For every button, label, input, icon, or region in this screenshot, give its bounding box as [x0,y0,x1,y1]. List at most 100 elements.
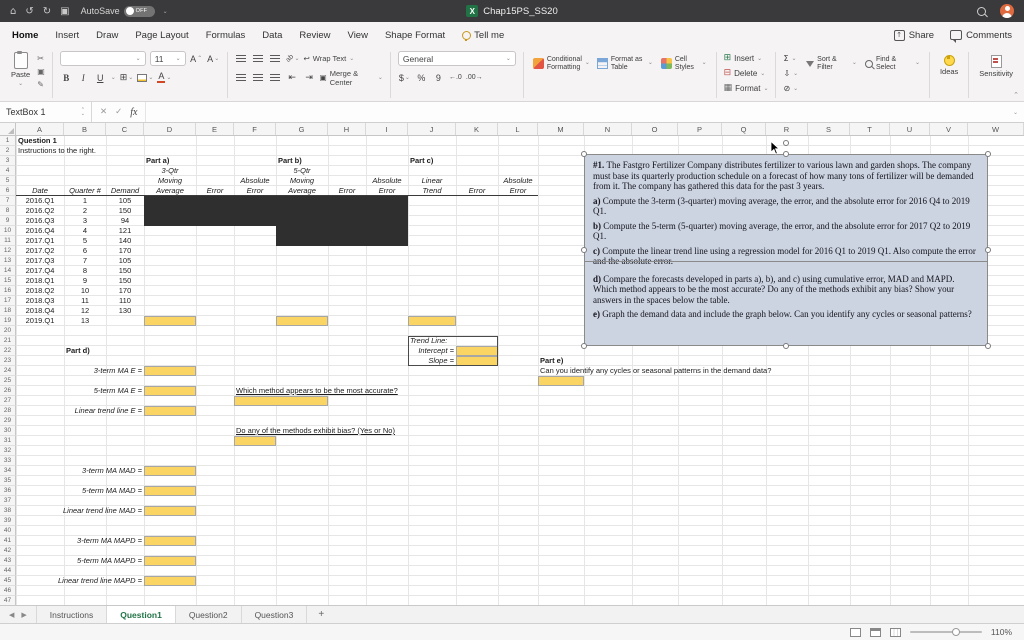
autosave-toggle[interactable]: AutoSave OFF ⌄ [81,5,168,17]
row-header-15[interactable]: 15 [0,276,16,286]
cell-C7[interactable]: 105 [106,196,144,206]
formula-bar-expand-icon[interactable]: ⌄ [1007,109,1024,116]
search-icon[interactable] [977,6,986,16]
cell-A1[interactable]: Question 1 [16,136,106,146]
cell-J22[interactable]: Intercept = [408,346,456,356]
ribbon-tab-tell-me[interactable]: Tell me [462,30,504,41]
row-header-34[interactable]: 34 [0,466,16,476]
row-header-39[interactable]: 39 [0,516,16,526]
column-header-N[interactable]: N [584,123,632,135]
cell-C16[interactable]: 170 [106,286,144,296]
cell-A19[interactable]: 2019.Q1 [16,316,64,326]
rotate-handle[interactable] [783,140,789,146]
name-box-stepper[interactable]: ⌃ ⌄ [81,107,85,117]
text-orientation-button[interactable]: ab ⌄ [284,51,299,66]
cell-A24[interactable]: 3-term MA E = [16,366,144,376]
cell-J3[interactable]: Part c) [408,156,456,166]
row-header-32[interactable]: 32 [0,446,16,456]
answer-cell-D24[interactable] [144,366,196,376]
cell-B9[interactable]: 3 [64,216,106,226]
share-button[interactable]: ↑ Share [893,29,934,41]
add-sheet-button[interactable]: + [307,606,335,623]
cell-H6[interactable]: Error [328,186,366,196]
decrease-font-size-button[interactable]: A ⌄ [207,51,220,66]
column-header-H[interactable]: H [328,123,366,135]
ribbon-tab-shape-format[interactable]: Shape Format [385,30,445,41]
underline-button[interactable]: U [94,70,107,85]
selection-handle[interactable] [581,343,587,349]
cell-C14[interactable]: 150 [106,266,144,276]
answer-cell-D19[interactable] [144,316,196,326]
row-header-33[interactable]: 33 [0,456,16,466]
zoom-slider[interactable] [909,627,982,636]
row-header-29[interactable]: 29 [0,416,16,426]
italic-button[interactable]: I [77,70,90,85]
selection-handle[interactable] [783,343,789,349]
row-header-43[interactable]: 43 [0,556,16,566]
conditional-formatting-button[interactable]: Conditional Formatting ⌄ [531,54,591,73]
answer-cell-G19[interactable] [276,316,328,326]
cell-F30[interactable]: Do any of the methods exhibit bias? (Yes… [234,426,498,436]
cell-D5[interactable]: Moving [144,176,196,186]
cell-A6[interactable]: Date [16,186,64,196]
cell-A11[interactable]: 2017.Q1 [16,236,64,246]
page-layout-view-icon[interactable] [869,627,881,637]
row-header-27[interactable]: 27 [0,396,16,406]
row-header-35[interactable]: 35 [0,476,16,486]
cell-C8[interactable]: 150 [106,206,144,216]
cell-B8[interactable]: 2 [64,206,106,216]
ribbon-tab-page-layout[interactable]: Page Layout [135,30,188,41]
cell-J6[interactable]: Trend [408,186,456,196]
cell-D4[interactable]: 3-Qtr [144,166,196,176]
column-header-O[interactable]: O [632,123,678,135]
selection-handle[interactable] [581,151,587,157]
column-header-S[interactable]: S [808,123,850,135]
cell-B22[interactable]: Part d) [64,346,106,356]
row-header-9[interactable]: 9 [0,216,16,226]
confirm-entry-icon[interactable]: ✓ [115,107,122,117]
increase-indent-button[interactable]: ⇥ [303,70,316,85]
ribbon-tab-data[interactable]: Data [262,30,282,41]
cell-J21[interactable]: Trend Line: [408,336,498,346]
currency-format-button[interactable]: $ ⌄ [398,70,411,85]
cell-A2[interactable]: Instructions to the right. [16,146,144,156]
column-header-C[interactable]: C [106,123,144,135]
column-header-P[interactable]: P [678,123,722,135]
row-header-12[interactable]: 12 [0,246,16,256]
bold-button[interactable]: B [60,70,73,85]
column-header-T[interactable]: T [850,123,890,135]
answer-cell-D45[interactable] [144,576,196,586]
cell-B13[interactable]: 7 [64,256,106,266]
row-header-47[interactable]: 47 [0,596,16,605]
answer-cell-M25[interactable] [538,376,584,386]
clear-button[interactable]: ⊘ ⌄ [783,81,798,95]
cell-L5[interactable]: Absolute [498,176,538,186]
column-header-I[interactable]: I [366,123,408,135]
row-header-6[interactable]: 6 [0,186,16,196]
row-header-46[interactable]: 46 [0,586,16,596]
row-header-18[interactable]: 18 [0,306,16,316]
ribbon-tab-view[interactable]: View [348,30,368,41]
format-cells-button[interactable]: ▦ Format ⌄ [724,81,769,95]
font-size-select[interactable]: 11 ⌄ [149,51,186,66]
ribbon-tab-formulas[interactable]: Formulas [206,30,246,41]
font-color-button[interactable]: A ⌄ [157,70,171,85]
sheet-tab-question3[interactable]: Question3 [242,606,308,623]
row-header-36[interactable]: 36 [0,486,16,496]
row-header-26[interactable]: 26 [0,386,16,396]
cell-B18[interactable]: 12 [64,306,106,316]
cell-B11[interactable]: 5 [64,236,106,246]
percent-format-button[interactable]: % [415,70,428,85]
cell-A12[interactable]: 2017.Q2 [16,246,64,256]
sort-filter-button[interactable]: Sort & Filter ⌄ [804,54,859,73]
decrease-decimal-button[interactable]: ←.0 [449,70,462,85]
name-box[interactable]: TextBox 1 ⌃ ⌄ [0,102,92,122]
cell-A45[interactable]: Linear trend line MAPD = [16,576,144,586]
cell-A14[interactable]: 2017.Q4 [16,266,64,276]
column-header-U[interactable]: U [890,123,930,135]
cell-G3[interactable]: Part b) [276,156,328,166]
row-header-7[interactable]: 7 [0,196,16,206]
grid[interactable]: #1. The Fastgro Fertilizer Company distr… [0,136,1024,605]
row-header-21[interactable]: 21 [0,336,16,346]
answer-cell-D41[interactable] [144,536,196,546]
